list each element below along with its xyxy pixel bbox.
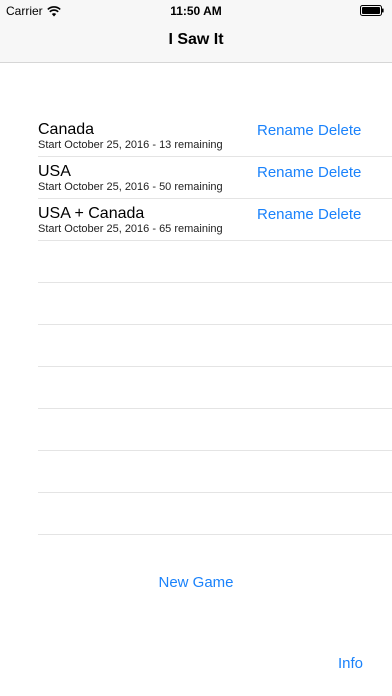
empty-row: [38, 493, 392, 535]
new-game-button[interactable]: New Game: [0, 574, 392, 591]
game-name: USA: [38, 163, 71, 180]
empty-row: [38, 325, 392, 367]
battery-icon: [360, 5, 384, 16]
empty-row: [38, 241, 392, 283]
info-button[interactable]: Info: [338, 655, 363, 672]
status-time: 11:50 AM: [170, 4, 222, 18]
game-name: Canada: [38, 121, 95, 138]
empty-row: [38, 367, 392, 409]
rename-button[interactable]: Rename: [257, 206, 314, 223]
status-bar: Carrier 11:50 AM: [0, 0, 392, 22]
game-row[interactable]: USA + Canada Start October 25, 2016 - 65…: [38, 199, 392, 241]
delete-button[interactable]: Delete: [318, 206, 361, 223]
navigation-bar: I Saw It: [0, 22, 392, 63]
game-list: Canada Start October 25, 2016 - 13 remai…: [38, 115, 392, 535]
delete-button[interactable]: Delete: [318, 122, 361, 139]
game-subtitle: Start October 25, 2016 - 50 remaining: [38, 181, 223, 193]
rename-button[interactable]: Rename: [257, 164, 314, 181]
game-row[interactable]: Canada Start October 25, 2016 - 13 remai…: [38, 115, 392, 157]
rename-button[interactable]: Rename: [257, 122, 314, 139]
game-subtitle: Start October 25, 2016 - 65 remaining: [38, 223, 223, 235]
empty-row: [38, 409, 392, 451]
game-name: USA + Canada: [38, 205, 145, 222]
delete-button[interactable]: Delete: [318, 164, 361, 181]
game-subtitle: Start October 25, 2016 - 13 remaining: [38, 139, 223, 151]
empty-row: [38, 451, 392, 493]
page-title: I Saw It: [168, 31, 224, 48]
empty-row: [38, 283, 392, 325]
game-row[interactable]: USA Start October 25, 2016 - 50 remainin…: [38, 157, 392, 199]
